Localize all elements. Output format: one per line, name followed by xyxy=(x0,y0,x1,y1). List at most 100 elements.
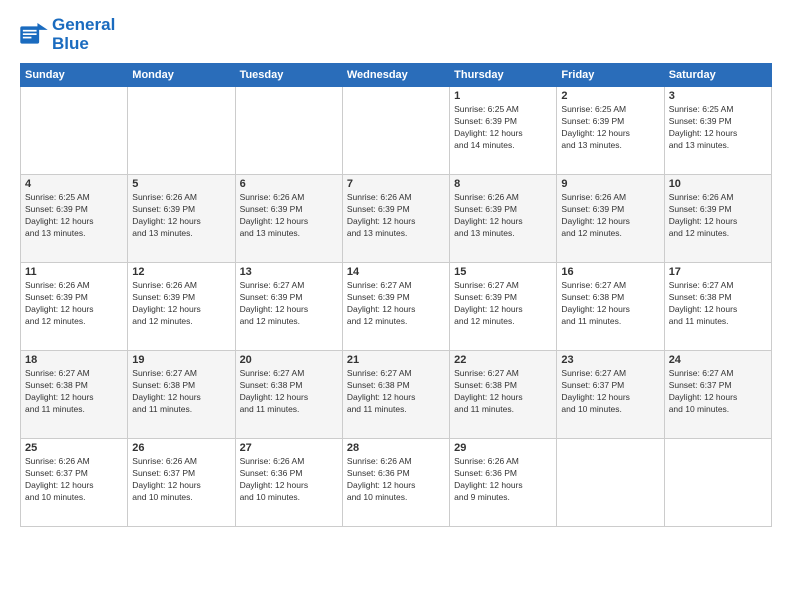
day-number: 15 xyxy=(454,266,552,278)
day-info: Sunrise: 6:27 AM Sunset: 6:38 PM Dayligh… xyxy=(25,368,123,416)
day-info: Sunrise: 6:26 AM Sunset: 6:39 PM Dayligh… xyxy=(454,192,552,240)
day-number: 22 xyxy=(454,354,552,366)
calendar-day-cell: 18 Sunrise: 6:27 AM Sunset: 6:38 PM Dayli… xyxy=(21,351,128,439)
day-number: 13 xyxy=(240,266,338,278)
calendar-day-cell: 7 Sunrise: 6:26 AM Sunset: 6:39 PM Daylig… xyxy=(342,175,449,263)
day-info: Sunrise: 6:26 AM Sunset: 6:37 PM Dayligh… xyxy=(132,456,230,504)
day-number: 9 xyxy=(561,178,659,190)
calendar-day-cell: 3 Sunrise: 6:25 AM Sunset: 6:39 PM Daylig… xyxy=(664,87,771,175)
day-number: 29 xyxy=(454,442,552,454)
day-info: Sunrise: 6:26 AM Sunset: 6:39 PM Dayligh… xyxy=(347,192,445,240)
calendar-day-cell xyxy=(21,87,128,175)
day-info: Sunrise: 6:26 AM Sunset: 6:36 PM Dayligh… xyxy=(454,456,552,504)
calendar-day-cell: 13 Sunrise: 6:27 AM Sunset: 6:39 PM Dayli… xyxy=(235,263,342,351)
day-number: 16 xyxy=(561,266,659,278)
header: General Blue xyxy=(20,16,772,53)
calendar-day-cell: 17 Sunrise: 6:27 AM Sunset: 6:38 PM Dayli… xyxy=(664,263,771,351)
day-number: 8 xyxy=(454,178,552,190)
day-info: Sunrise: 6:25 AM Sunset: 6:39 PM Dayligh… xyxy=(669,104,767,152)
day-number: 10 xyxy=(669,178,767,190)
calendar-day-cell: 29 Sunrise: 6:26 AM Sunset: 6:36 PM Dayli… xyxy=(450,439,557,527)
calendar-day-cell: 9 Sunrise: 6:26 AM Sunset: 6:39 PM Daylig… xyxy=(557,175,664,263)
calendar-day-cell: 12 Sunrise: 6:26 AM Sunset: 6:39 PM Dayli… xyxy=(128,263,235,351)
day-info: Sunrise: 6:27 AM Sunset: 6:37 PM Dayligh… xyxy=(669,368,767,416)
calendar-day-cell xyxy=(342,87,449,175)
day-info: Sunrise: 6:27 AM Sunset: 6:39 PM Dayligh… xyxy=(240,280,338,328)
day-info: Sunrise: 6:26 AM Sunset: 6:36 PM Dayligh… xyxy=(240,456,338,504)
calendar-day-cell xyxy=(235,87,342,175)
weekday-header: Thursday xyxy=(450,64,557,87)
calendar-day-cell: 19Sunrise: 6:27 AM Sunset: 6:38 PM Dayli… xyxy=(128,351,235,439)
day-info: Sunrise: 6:26 AM Sunset: 6:39 PM Dayligh… xyxy=(132,280,230,328)
day-info: Sunrise: 6:26 AM Sunset: 6:37 PM Dayligh… xyxy=(25,456,123,504)
weekday-header: Sunday xyxy=(21,64,128,87)
day-info: Sunrise: 6:26 AM Sunset: 6:39 PM Dayligh… xyxy=(240,192,338,240)
day-number: 12 xyxy=(132,266,230,278)
day-number: 26 xyxy=(132,442,230,454)
calendar-day-cell: 23 Sunrise: 6:27 AM Sunset: 6:37 PM Dayli… xyxy=(557,351,664,439)
weekday-header: Monday xyxy=(128,64,235,87)
day-info: Sunrise: 6:26 AM Sunset: 6:39 PM Dayligh… xyxy=(561,192,659,240)
calendar-day-cell xyxy=(557,439,664,527)
day-number: 18 xyxy=(25,354,123,366)
weekday-header: Saturday xyxy=(664,64,771,87)
calendar-day-cell: 24Sunrise: 6:27 AM Sunset: 6:37 PM Dayli… xyxy=(664,351,771,439)
calendar-day-cell: 15Sunrise: 6:27 AM Sunset: 6:39 PM Dayli… xyxy=(450,263,557,351)
logo: General Blue xyxy=(20,16,115,53)
calendar-day-cell: 22 Sunrise: 6:27 AM Sunset: 6:38 PM Dayli… xyxy=(450,351,557,439)
calendar-day-cell: 26 Sunrise: 6:26 AM Sunset: 6:37 PM Dayli… xyxy=(128,439,235,527)
calendar-week-row: 18 Sunrise: 6:27 AM Sunset: 6:38 PM Dayli… xyxy=(21,351,772,439)
day-info: Sunrise: 6:27 AM Sunset: 6:38 PM Dayligh… xyxy=(669,280,767,328)
calendar-day-cell: 2Sunrise: 6:25 AM Sunset: 6:39 PM Daylig… xyxy=(557,87,664,175)
day-number: 6 xyxy=(240,178,338,190)
calendar-day-cell: 4 Sunrise: 6:25 AM Sunset: 6:39 PM Daylig… xyxy=(21,175,128,263)
day-number: 21 xyxy=(347,354,445,366)
day-number: 27 xyxy=(240,442,338,454)
calendar-day-cell: 14 Sunrise: 6:27 AM Sunset: 6:39 PM Dayli… xyxy=(342,263,449,351)
day-number: 3 xyxy=(669,90,767,102)
day-number: 7 xyxy=(347,178,445,190)
calendar-week-row: 1 Sunrise: 6:25 AM Sunset: 6:39 PM Daylig… xyxy=(21,87,772,175)
day-number: 25 xyxy=(25,442,123,454)
calendar-day-cell: 20 Sunrise: 6:27 AM Sunset: 6:38 PM Dayli… xyxy=(235,351,342,439)
day-info: Sunrise: 6:27 AM Sunset: 6:38 PM Dayligh… xyxy=(240,368,338,416)
calendar-week-row: 25 Sunrise: 6:26 AM Sunset: 6:37 PM Dayli… xyxy=(21,439,772,527)
day-number: 19 xyxy=(132,354,230,366)
calendar-day-cell: 5Sunrise: 6:26 AM Sunset: 6:39 PM Daylig… xyxy=(128,175,235,263)
calendar-week-row: 4 Sunrise: 6:25 AM Sunset: 6:39 PM Daylig… xyxy=(21,175,772,263)
calendar-day-cell: 6 Sunrise: 6:26 AM Sunset: 6:39 PM Daylig… xyxy=(235,175,342,263)
calendar-day-cell: 16 Sunrise: 6:27 AM Sunset: 6:38 PM Dayli… xyxy=(557,263,664,351)
day-info: Sunrise: 6:27 AM Sunset: 6:38 PM Dayligh… xyxy=(454,368,552,416)
day-info: Sunrise: 6:27 AM Sunset: 6:37 PM Dayligh… xyxy=(561,368,659,416)
calendar-day-cell xyxy=(664,439,771,527)
calendar-day-cell: 10 Sunrise: 6:26 AM Sunset: 6:39 PM Dayli… xyxy=(664,175,771,263)
calendar-table: SundayMondayTuesdayWednesdayThursdayFrid… xyxy=(20,63,772,527)
logo-icon xyxy=(20,23,48,47)
day-info: Sunrise: 6:25 AM Sunset: 6:39 PM Dayligh… xyxy=(25,192,123,240)
day-number: 4 xyxy=(25,178,123,190)
day-number: 23 xyxy=(561,354,659,366)
day-number: 20 xyxy=(240,354,338,366)
calendar-week-row: 11 Sunrise: 6:26 AM Sunset: 6:39 PM Dayli… xyxy=(21,263,772,351)
weekday-header: Friday xyxy=(557,64,664,87)
weekday-header: Wednesday xyxy=(342,64,449,87)
day-info: Sunrise: 6:26 AM Sunset: 6:36 PM Dayligh… xyxy=(347,456,445,504)
day-info: Sunrise: 6:27 AM Sunset: 6:39 PM Dayligh… xyxy=(347,280,445,328)
day-info: Sunrise: 6:25 AM Sunset: 6:39 PM Dayligh… xyxy=(561,104,659,152)
day-number: 11 xyxy=(25,266,123,278)
day-info: Sunrise: 6:25 AM Sunset: 6:39 PM Dayligh… xyxy=(454,104,552,152)
day-number: 5 xyxy=(132,178,230,190)
day-info: Sunrise: 6:26 AM Sunset: 6:39 PM Dayligh… xyxy=(669,192,767,240)
weekday-header: Tuesday xyxy=(235,64,342,87)
logo-text: General Blue xyxy=(52,16,115,53)
day-number: 14 xyxy=(347,266,445,278)
day-info: Sunrise: 6:27 AM Sunset: 6:38 PM Dayligh… xyxy=(561,280,659,328)
page: General Blue SundayMondayTuesdayWednesda… xyxy=(0,0,792,612)
day-number: 1 xyxy=(454,90,552,102)
day-info: Sunrise: 6:27 AM Sunset: 6:38 PM Dayligh… xyxy=(347,368,445,416)
calendar-day-cell: 11Sunrise: 6:26 AM Sunset: 6:39 PM Dayli… xyxy=(21,263,128,351)
calendar-header-row: SundayMondayTuesdayWednesdayThursdayFrid… xyxy=(21,64,772,87)
calendar-day-cell: 8 Sunrise: 6:26 AM Sunset: 6:39 PM Daylig… xyxy=(450,175,557,263)
day-number: 17 xyxy=(669,266,767,278)
calendar-day-cell: 1 Sunrise: 6:25 AM Sunset: 6:39 PM Daylig… xyxy=(450,87,557,175)
